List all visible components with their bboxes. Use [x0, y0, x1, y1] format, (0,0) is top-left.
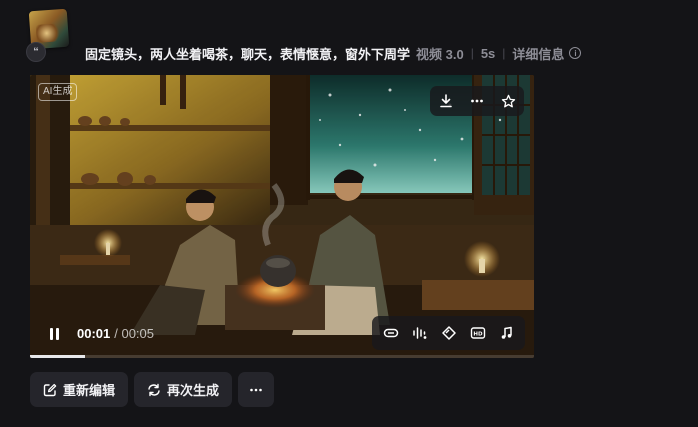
divider: | [502, 46, 506, 60]
svg-text:HD: HD [473, 332, 483, 338]
regenerate-label: 再次生成 [167, 383, 220, 398]
video-player[interactable]: AI生成 00:01 / 00:05 HD [30, 75, 534, 358]
progress-bar[interactable] [30, 355, 534, 358]
reedit-label: 重新编辑 [63, 383, 116, 398]
more-icon[interactable] [466, 90, 488, 112]
more-horizontal-icon [250, 388, 262, 391]
regenerate-button[interactable]: 再次生成 [134, 372, 233, 407]
divider: | [470, 46, 474, 60]
music-icon[interactable] [496, 322, 518, 344]
pause-icon[interactable] [48, 327, 62, 341]
action-bar: 重新编辑 再次生成 [30, 372, 275, 407]
download-icon[interactable] [435, 90, 457, 112]
diamond-icon[interactable] [438, 322, 460, 344]
playback-controls: 00:01 / 00:05 [48, 326, 154, 341]
video-tools: HD [372, 316, 525, 350]
generation-title-row: 固定镜头，两人坐着喝茶，聊天，表情惬意，窗外下周学 视频 3.0 | 5s | … [85, 43, 582, 63]
reedit-button[interactable]: 重新编辑 [30, 372, 129, 407]
ai-generated-badge: AI生成 [38, 83, 78, 101]
more-options-button[interactable] [238, 372, 275, 407]
loop-icon[interactable] [380, 322, 402, 344]
info-icon[interactable]: i [569, 47, 582, 59]
quote-icon: “ [26, 42, 46, 62]
audio-wave-icon[interactable] [409, 322, 431, 344]
prompt-text: 固定镜头，两人坐着喝茶，聊天，表情惬意，窗外下周学 [85, 46, 411, 62]
hd-icon[interactable]: HD [467, 322, 489, 344]
model-label: 视频 3.0 [416, 46, 464, 62]
progress-fill [30, 355, 86, 358]
refresh-icon [148, 383, 160, 396]
star-icon[interactable] [497, 90, 519, 112]
details-link[interactable]: 详细信息 [512, 44, 564, 63]
generation-header: “ 固定镜头，两人坐着喝茶，聊天，表情惬意，窗外下周学 视频 3.0 | 5s … [24, 8, 684, 63]
current-time: 00:01 [77, 326, 111, 341]
total-time: / 00:05 [114, 326, 155, 341]
edit-icon [43, 383, 57, 396]
video-top-actions [430, 86, 524, 116]
duration-label: 5s [480, 45, 496, 61]
